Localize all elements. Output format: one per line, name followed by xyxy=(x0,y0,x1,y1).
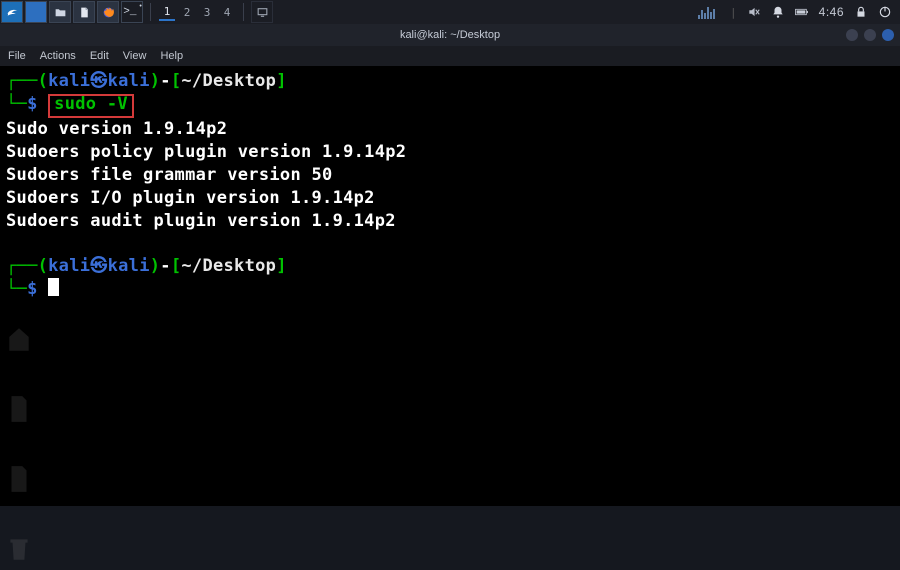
output-line-3: Sudoers file grammar version 50 xyxy=(6,165,333,185)
menu-actions[interactable]: Actions xyxy=(40,50,76,62)
terminal-launcher-button[interactable]: >_ • xyxy=(121,1,143,23)
prompt-close-paren: ) xyxy=(150,71,161,91)
at-skull-icon-2: ㉿ xyxy=(90,256,107,276)
terminal-window: kali@kali: ~/Desktop File Actions Edit V… xyxy=(0,24,900,506)
firefox-button[interactable] xyxy=(97,1,119,23)
window-titlebar[interactable]: kali@kali: ~/Desktop xyxy=(0,24,900,46)
kali-logo-icon xyxy=(6,6,19,19)
workspace-separator xyxy=(150,3,151,21)
prompt2-rbracket: ] xyxy=(276,256,287,276)
menu-view[interactable]: View xyxy=(123,50,147,62)
prompt2-top-corner: ┌──( xyxy=(6,256,48,276)
folder-icon xyxy=(54,6,67,19)
tray-separator: | xyxy=(730,6,737,19)
prompt2-dash: - xyxy=(160,256,171,276)
workspace-4[interactable]: 4 xyxy=(219,3,235,21)
terminal-glyph: >_ xyxy=(123,6,136,18)
workspace-3[interactable]: 3 xyxy=(199,3,215,21)
cpu-graph-icon[interactable] xyxy=(698,5,720,19)
command-highlight-box: sudo -V xyxy=(48,94,134,118)
prompt-dash: - xyxy=(160,71,171,91)
minimize-button[interactable] xyxy=(846,29,858,41)
text-editor-button[interactable] xyxy=(73,1,95,23)
output-line-4: Sudoers I/O plugin version 1.9.14p2 xyxy=(6,188,375,208)
prompt-rbracket: ] xyxy=(276,71,287,91)
close-button[interactable] xyxy=(882,29,894,41)
output-line-1: Sudo version 1.9.14p2 xyxy=(6,119,227,139)
prompt-lbracket: [ xyxy=(171,71,182,91)
prompt-elbow: └─ xyxy=(6,94,27,114)
lock-icon[interactable] xyxy=(854,5,868,19)
at-skull-icon: ㉿ xyxy=(90,71,107,91)
prompt2-host: kali xyxy=(108,256,150,276)
panel-right: | 4:46 xyxy=(698,5,900,19)
taskbar-terminal-window[interactable] xyxy=(25,1,47,23)
prompt2-path: ~/Desktop xyxy=(181,256,276,276)
output-line-5: Sudoers audit plugin version 1.9.14p2 xyxy=(6,211,396,231)
prompt2-elbow: └─ xyxy=(6,279,27,299)
prompt-host: kali xyxy=(108,71,150,91)
firefox-icon xyxy=(102,6,115,19)
clock[interactable]: 4:46 xyxy=(819,5,844,19)
kali-menu-button[interactable] xyxy=(1,1,23,23)
prompt-user: kali xyxy=(48,71,90,91)
command-text: sudo -V xyxy=(54,94,128,114)
window-title: kali@kali: ~/Desktop xyxy=(0,29,900,41)
menu-help[interactable]: Help xyxy=(160,50,183,62)
maximize-button[interactable] xyxy=(864,29,876,41)
file-manager-button[interactable] xyxy=(49,1,71,23)
battery-icon[interactable] xyxy=(795,5,809,19)
menu-file[interactable]: File xyxy=(8,50,26,62)
prompt2-user: kali xyxy=(48,256,90,276)
terminal-body[interactable]: ┌──(kali㉿kali)-[~/Desktop] └─$ sudo -V S… xyxy=(0,66,900,506)
terminal-cursor xyxy=(48,278,59,296)
workspace-2[interactable]: 2 xyxy=(179,3,195,21)
prompt-top-corner: ┌──( xyxy=(6,71,48,91)
menu-edit[interactable]: Edit xyxy=(90,50,109,62)
xfce-panel: >_ • 1 2 3 4 | 4:46 xyxy=(0,0,900,24)
show-desktop-button[interactable] xyxy=(251,1,273,23)
trash-icon xyxy=(6,534,32,564)
prompt2-dollar: $ xyxy=(27,279,48,299)
prompt2-lbracket: [ xyxy=(171,256,182,276)
power-icon[interactable] xyxy=(878,5,892,19)
window-controls xyxy=(846,29,900,41)
workspace-separator-2 xyxy=(243,3,244,21)
output-line-2: Sudoers policy plugin version 1.9.14p2 xyxy=(6,142,406,162)
panel-left: >_ • 1 2 3 4 xyxy=(0,0,274,24)
desktop-icon xyxy=(256,6,269,19)
prompt-dollar: $ xyxy=(27,94,48,114)
prompt2-close-paren: ) xyxy=(150,256,161,276)
prompt-path: ~/Desktop xyxy=(181,71,276,91)
terminal-menubar: File Actions Edit View Help xyxy=(0,46,900,66)
audio-muted-icon[interactable] xyxy=(747,5,761,19)
document-icon xyxy=(78,6,91,19)
notifications-icon[interactable] xyxy=(771,5,785,19)
workspace-1[interactable]: 1 xyxy=(159,3,175,21)
